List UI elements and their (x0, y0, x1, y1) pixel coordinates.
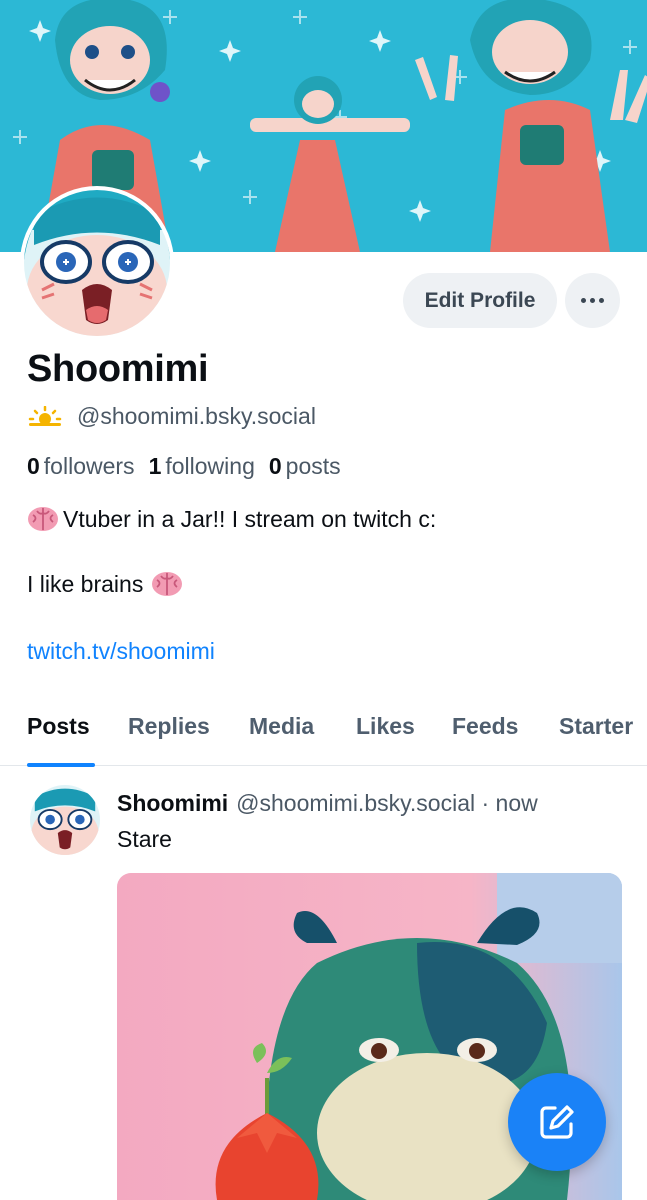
more-dot (590, 298, 595, 303)
brain-icon (152, 572, 183, 596)
tab-likes[interactable]: Likes (356, 713, 415, 740)
post-header: Shoomimi @shoomimi.bsky.social · now (117, 790, 538, 817)
handle-row: @shoomimi.bsky.social (27, 403, 316, 430)
brain-icon (28, 507, 58, 531)
profile-avatar[interactable] (20, 186, 174, 340)
tab-media[interactable]: Media (249, 713, 314, 740)
more-dot (599, 298, 604, 303)
posts-stat: 0 posts (269, 453, 341, 480)
profile-tabs: Posts Replies Media Likes Feeds Starter (0, 695, 647, 766)
display-name: Shoomimi (27, 348, 209, 390)
post-avatar[interactable] (30, 785, 100, 855)
tab-starter[interactable]: Starter (559, 713, 633, 740)
following-count: 1 (148, 453, 162, 479)
bio-link[interactable]: twitch.tv/shoomimi (27, 638, 215, 665)
following-stat[interactable]: 1 following (149, 453, 255, 480)
sun-cloud-icon (28, 405, 62, 426)
followers-stat[interactable]: 0 followers (27, 453, 135, 480)
bio-line-2: I like brains (27, 570, 183, 598)
following-label: following (165, 453, 255, 479)
more-options-button[interactable] (565, 273, 620, 328)
post-text: Stare (117, 826, 172, 852)
compose-icon (540, 1105, 574, 1139)
tab-replies[interactable]: Replies (128, 713, 210, 740)
posts-count: 0 (268, 453, 282, 479)
active-tab-indicator (27, 763, 95, 767)
post-handle-time: @shoomimi.bsky.social · now (236, 790, 538, 816)
profile-stats: 0 followers 1 following 0 posts (27, 453, 341, 480)
tab-posts[interactable]: Posts (27, 713, 90, 740)
avatar-image (24, 190, 170, 336)
tab-feeds[interactable]: Feeds (452, 713, 518, 740)
posts-label: posts (285, 453, 341, 479)
compose-button[interactable] (508, 1073, 606, 1171)
more-horizontal-icon (581, 298, 586, 303)
bio-text-1: Vtuber in a Jar!! I stream on twitch c: (63, 505, 437, 532)
followers-label: followers (43, 453, 135, 479)
followers-count: 0 (27, 453, 40, 479)
post-author[interactable]: Shoomimi (117, 790, 228, 817)
avatar-image (30, 785, 100, 855)
bio-text-2: I like brains (27, 570, 144, 597)
profile-handle: @shoomimi.bsky.social (77, 403, 316, 429)
bio-line-1: Vtuber in a Jar!! I stream on twitch c: (27, 505, 436, 533)
edit-profile-button[interactable]: Edit Profile (403, 273, 557, 328)
